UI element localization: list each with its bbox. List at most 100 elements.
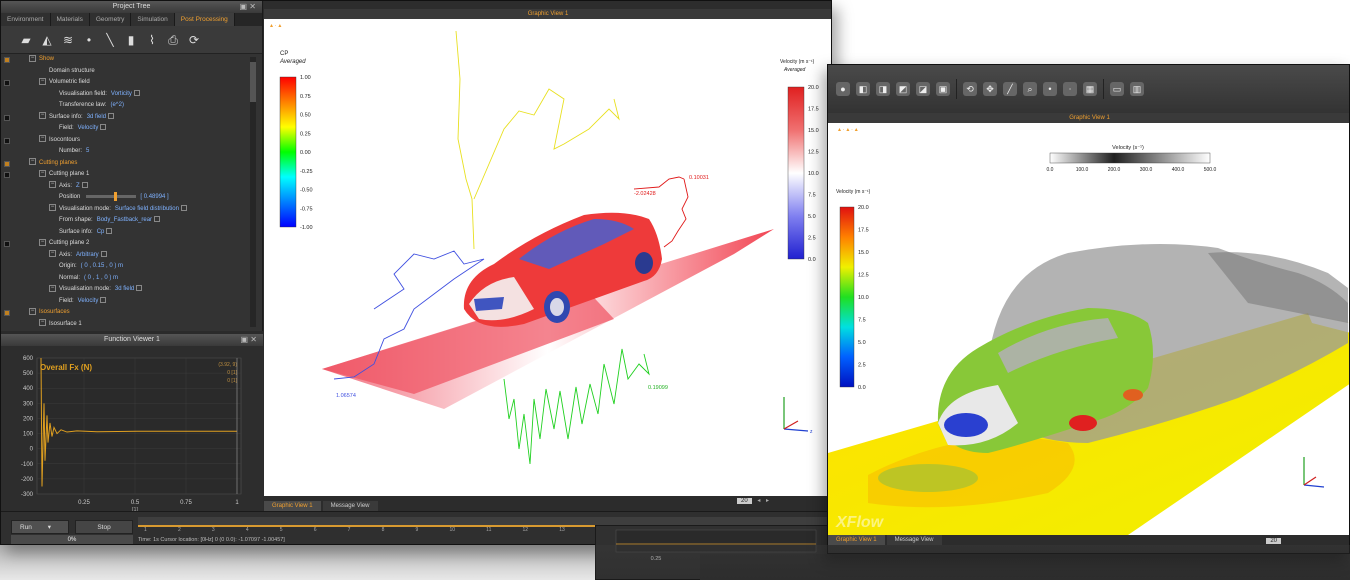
collapse-icon[interactable]: − xyxy=(39,169,46,177)
tab-post-processing[interactable]: Post Processing xyxy=(174,13,235,26)
tree-row[interactable]: Visualisation field: Vorticity xyxy=(1,89,263,101)
tab-message-view[interactable]: Message View xyxy=(322,501,378,511)
panel-close-icon[interactable]: ▣ ✕ xyxy=(240,1,256,13)
dropdown-icon[interactable] xyxy=(108,112,115,119)
dropdown-icon[interactable] xyxy=(100,296,107,303)
camera-icon[interactable]: ⎙ xyxy=(166,33,180,47)
tree-row-value[interactable]: Vorticity xyxy=(111,91,132,97)
panel-close-icon[interactable]: ▣ ✕ xyxy=(241,334,257,346)
graphic-view-right[interactable]: ▴ · ▴ · ▴ Velocity (s⁻¹) 0.0 100.0 200.0 300.… xyxy=(828,123,1349,535)
tree-scrollbar[interactable] xyxy=(250,57,256,327)
dropdown-icon[interactable] xyxy=(133,89,140,96)
dropdown-icon[interactable] xyxy=(180,204,187,211)
tree-row-value[interactable]: Velocity xyxy=(78,125,99,131)
visibility-toggle[interactable] xyxy=(4,114,10,121)
slider-knob[interactable] xyxy=(114,191,118,201)
collapse-icon[interactable]: − xyxy=(39,319,46,327)
visibility-toggle[interactable] xyxy=(4,160,10,167)
dropdown-icon[interactable] xyxy=(81,181,88,188)
tree-row-value[interactable]: Z xyxy=(76,183,80,189)
visibility-toggle[interactable] xyxy=(4,241,10,247)
dropdown-icon[interactable] xyxy=(136,285,143,292)
tree-row[interactable]: − Volumetric field xyxy=(1,77,263,89)
tree-row[interactable]: Field: Velocity xyxy=(1,296,263,308)
probe-icon[interactable]: ╱ xyxy=(1003,82,1017,96)
collapse-icon[interactable]: − xyxy=(29,307,36,315)
point-probe-icon[interactable]: • xyxy=(1043,82,1057,96)
collapse-icon[interactable]: − xyxy=(29,158,36,166)
visibility-toggle[interactable] xyxy=(4,172,10,178)
cube-iso-icon[interactable]: ◪ xyxy=(916,82,930,96)
tree-row[interactable]: Field:Total pressure xyxy=(1,330,263,331)
dropdown-icon[interactable] xyxy=(100,124,107,131)
tab-message-view-right[interactable]: Message View xyxy=(886,535,942,545)
visibility-toggle[interactable] xyxy=(4,310,10,316)
point-icon[interactable]: • xyxy=(82,33,96,47)
tree-row[interactable]: − Visualisation mode: 3d field xyxy=(1,284,263,296)
view-side-icon[interactable]: ◭ xyxy=(40,33,54,47)
tree-row[interactable]: Surface info: Cp xyxy=(1,227,263,239)
tree-row[interactable]: − Visualisation mode: Surface field distri… xyxy=(1,204,263,216)
tab-simulation[interactable]: Simulation xyxy=(131,13,175,26)
tree-row-value[interactable]: 3d field xyxy=(87,114,106,120)
tab-environment[interactable]: Environment xyxy=(1,13,51,26)
tree-row[interactable]: − Axis: Arbitrary xyxy=(1,250,263,262)
line-icon[interactable]: ╲ xyxy=(103,33,117,47)
frame-input-left[interactable]: 20 xyxy=(737,498,752,504)
zoom-icon[interactable]: ⌕ xyxy=(1023,82,1037,96)
view-front-icon[interactable]: ▰ xyxy=(19,33,33,47)
tree-row-value[interactable]: (e^2) xyxy=(110,102,124,108)
tree-row[interactable]: − Axis: Z xyxy=(1,181,263,193)
collapse-icon[interactable]: − xyxy=(29,54,36,62)
step-back-icon[interactable]: ◂ xyxy=(757,498,760,504)
collapse-icon[interactable]: − xyxy=(49,250,56,258)
cube-top-icon[interactable]: ◩ xyxy=(896,82,910,96)
tree-row-value[interactable]: Cp xyxy=(97,229,105,235)
tree-row-value[interactable]: ( 0 , 1 , 0 ) m xyxy=(84,275,118,281)
tree-row[interactable]: Position [ 0.48994 ] xyxy=(1,191,263,204)
function-plot[interactable]: 600 500 400 300 200 100 0 -100 -200 -300 0.25 0.5 0.… xyxy=(1,346,263,511)
collapse-icon[interactable]: − xyxy=(49,284,56,292)
visibility-toggle[interactable] xyxy=(4,137,10,144)
tab-graphic-view[interactable]: Graphic View 1 xyxy=(264,501,321,511)
tree-row-value[interactable]: Velocity xyxy=(78,298,99,304)
tree-row-value[interactable]: ( 0 , 0.15 , 0 ) m xyxy=(81,263,123,269)
tree-row-value[interactable]: 5 xyxy=(86,148,89,154)
tree-row[interactable]: Transference law: (e^2) xyxy=(1,100,263,112)
screen-icon[interactable]: ▭ xyxy=(1110,82,1124,96)
visibility-toggle[interactable] xyxy=(4,80,10,86)
pan-icon[interactable]: ✥ xyxy=(983,82,997,96)
point-probe-2-icon[interactable]: ⋅ xyxy=(1063,82,1077,96)
chart-icon[interactable]: ▥ xyxy=(1130,82,1144,96)
tree-row[interactable]: − Show xyxy=(1,54,263,66)
collapse-icon[interactable]: − xyxy=(49,204,56,212)
grid-icon[interactable]: ▦ xyxy=(1083,82,1097,96)
tab-geometry[interactable]: Geometry xyxy=(89,13,132,26)
tree-row-value[interactable]: Surface field distribution xyxy=(115,206,179,212)
tree-row-value[interactable]: Arbitrary xyxy=(76,252,99,258)
tree-row[interactable]: − Isosurface 1 xyxy=(1,319,263,331)
tree-row[interactable]: − Isocontours xyxy=(1,135,263,147)
tree-scroll-thumb[interactable] xyxy=(250,62,256,102)
graphic-view-left[interactable]: Graphic View 1 ▴ · ▴ CP Averaged 1.00 0.75 0.… xyxy=(264,1,831,511)
step-forward-icon[interactable]: ▸ xyxy=(766,498,769,504)
tree-row[interactable]: − Cutting plane 2 xyxy=(1,238,263,250)
position-slider[interactable] xyxy=(86,191,137,201)
tree-row[interactable]: Normal:( 0 , 1 , 0 ) m xyxy=(1,273,263,285)
tree-row[interactable]: − Isosurfaces xyxy=(1,307,263,319)
plane-icon[interactable]: ▮ xyxy=(124,33,138,47)
tree-row[interactable]: − Surface info: 3d field xyxy=(1,112,263,124)
run-button[interactable]: Run ▾ xyxy=(11,520,69,534)
tab-graphic-view-right[interactable]: Graphic View 1 xyxy=(828,535,885,545)
stop-button[interactable]: Stop xyxy=(75,520,133,534)
dropdown-icon[interactable] xyxy=(100,250,107,257)
frame-input-right[interactable]: 20 xyxy=(1266,538,1281,544)
cube-back-icon[interactable]: ▣ xyxy=(936,82,950,96)
visibility-toggle[interactable] xyxy=(4,57,10,63)
tree-row-value[interactable]: Body_Fastback_rear xyxy=(97,217,152,223)
tree-row[interactable]: Field: Velocity xyxy=(1,123,263,135)
collapse-icon[interactable]: − xyxy=(39,238,46,246)
dropdown-icon[interactable] xyxy=(154,216,161,223)
tree-row[interactable]: Domain structure xyxy=(1,66,263,78)
collapse-icon[interactable]: − xyxy=(39,112,46,120)
